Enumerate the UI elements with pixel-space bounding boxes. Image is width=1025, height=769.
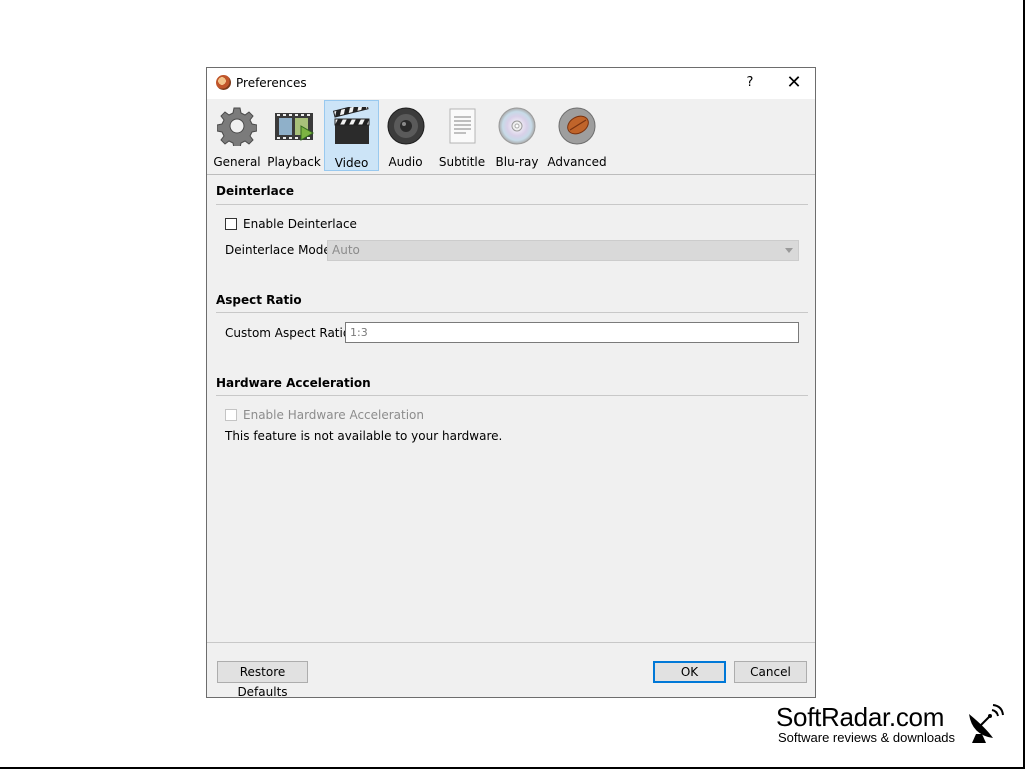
advanced-icon <box>558 107 596 145</box>
softradar-watermark: SoftRadar.com Software reviews & downloa… <box>776 702 1022 746</box>
tab-video[interactable]: Video <box>324 100 379 171</box>
tab-subtitle[interactable]: Subtitle <box>436 100 488 171</box>
footer-divider <box>207 642 815 643</box>
deinterlace-mode-select[interactable]: Auto <box>327 240 799 261</box>
preferences-dialog: Preferences ? ✕ General Playback Video A… <box>206 67 816 699</box>
tab-label: Blu-ray <box>495 155 539 169</box>
satellite-dish-icon <box>969 704 1004 743</box>
custom-aspect-ratio-input[interactable]: 1:3 <box>345 322 799 343</box>
speaker-icon <box>387 107 424 145</box>
tab-label: General <box>213 155 261 169</box>
tab-label: Subtitle <box>438 155 486 169</box>
tab-audio[interactable]: Audio <box>384 100 427 171</box>
watermark-subtitle: Software reviews & downloads <box>778 730 956 745</box>
tab-label: Advanced <box>547 155 607 169</box>
app-logo-icon <box>216 75 231 90</box>
hardware-acceleration-section-title: Hardware Acceleration <box>216 376 371 390</box>
section-divider <box>216 395 808 396</box>
tab-label: Audio <box>388 155 423 169</box>
tab-advanced[interactable]: Advanced <box>547 100 607 171</box>
chevron-down-icon <box>785 248 793 253</box>
custom-aspect-ratio-label: Custom Aspect Ratio: <box>225 326 355 340</box>
ok-button[interactable]: OK <box>653 661 726 683</box>
enable-hardware-acceleration-label: Enable Hardware Acceleration <box>243 408 425 422</box>
tab-playback[interactable]: Playback <box>266 100 322 171</box>
hardware-unavailable-note: This feature is not available to your ha… <box>225 429 503 443</box>
film-strip-icon <box>275 113 314 141</box>
tab-blu-ray[interactable]: Blu-ray <box>492 100 542 171</box>
title-bar: Preferences ? ✕ <box>207 68 815 99</box>
tab-label: Video <box>334 156 369 170</box>
section-divider <box>216 204 808 205</box>
clapperboard-icon <box>332 107 369 144</box>
deinterlace-mode-value: Auto <box>332 243 360 257</box>
preferences-toolbar: General Playback Video Audio Subtitle Bl… <box>207 99 815 175</box>
cancel-button[interactable]: Cancel <box>734 661 807 683</box>
watermark-title: SoftRadar.com <box>776 702 945 732</box>
custom-aspect-ratio-placeholder: 1:3 <box>350 326 368 339</box>
tab-label: Playback <box>267 155 321 169</box>
enable-deinterlace-label[interactable]: Enable Deinterlace <box>243 217 357 231</box>
close-button[interactable]: ✕ <box>779 71 809 95</box>
deinterlace-mode-label: Deinterlace Mode: <box>225 243 335 257</box>
deinterlace-section-title: Deinterlace <box>216 184 295 198</box>
restore-defaults-button[interactable]: Restore Defaults <box>217 661 308 699</box>
tab-general[interactable]: General <box>212 100 262 171</box>
window-title: Preferences <box>236 76 307 90</box>
aspect-ratio-section-title: Aspect Ratio <box>216 293 302 307</box>
enable-deinterlace-checkbox[interactable] <box>225 218 237 230</box>
enable-hardware-acceleration-checkbox[interactable] <box>225 409 237 421</box>
gear-icon <box>217 107 257 146</box>
help-button[interactable]: ? <box>738 71 762 95</box>
section-divider <box>216 312 808 313</box>
document-icon <box>449 108 476 144</box>
disc-icon <box>498 107 536 145</box>
